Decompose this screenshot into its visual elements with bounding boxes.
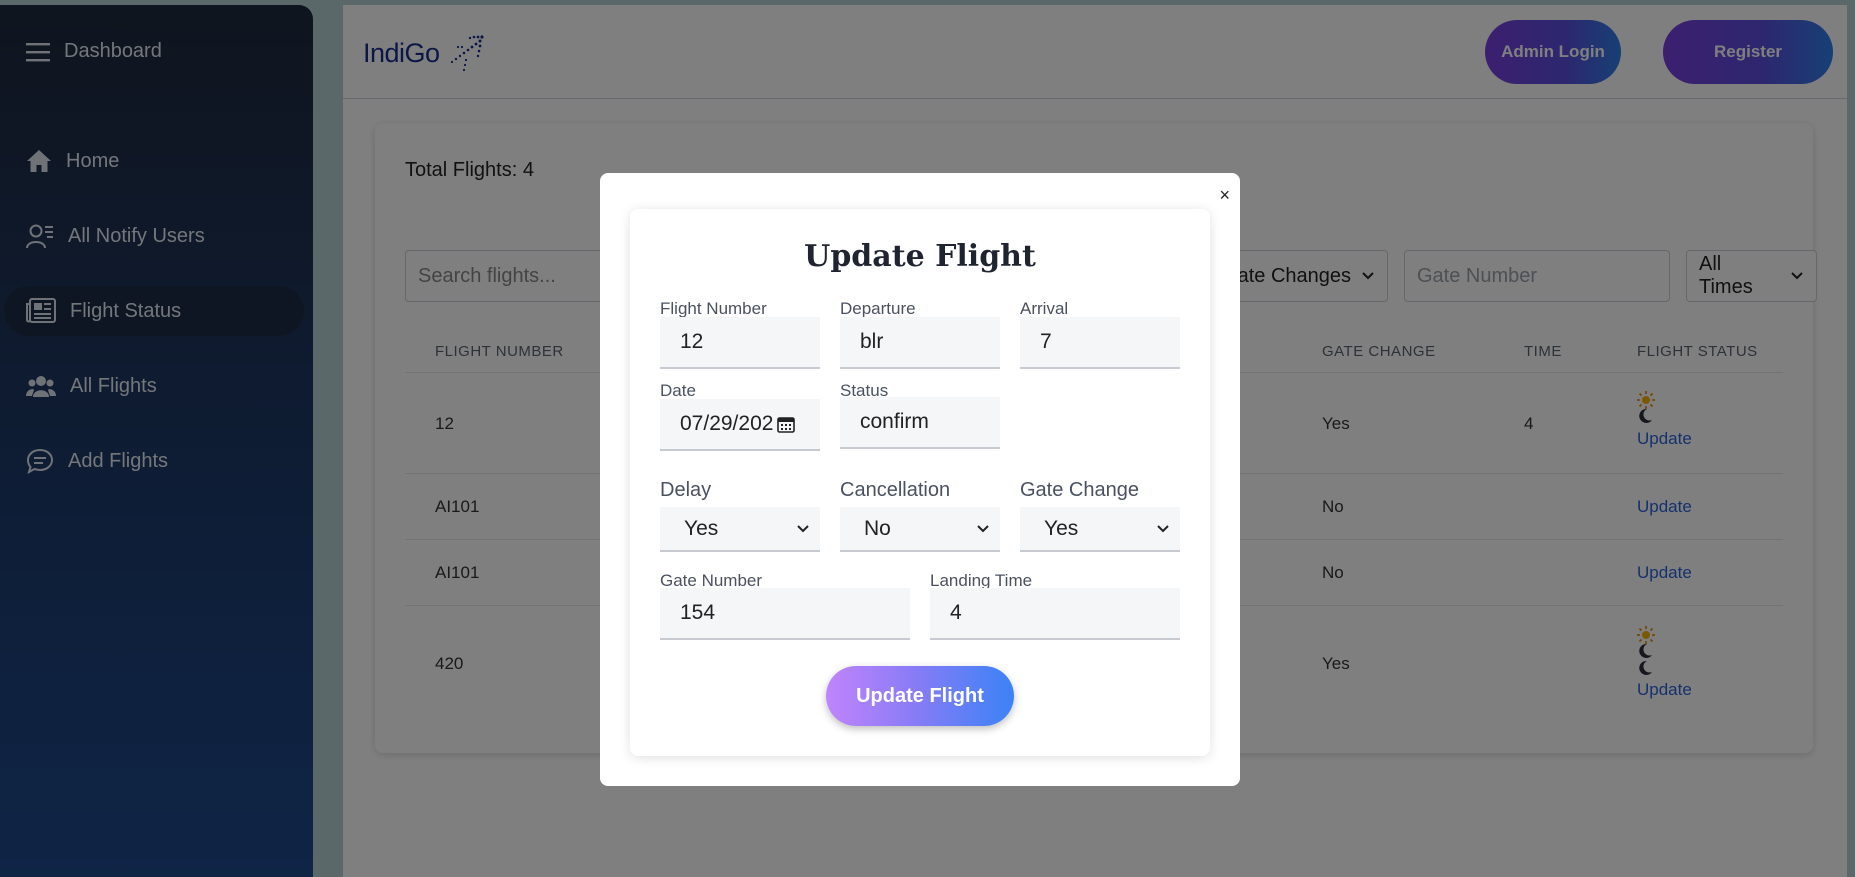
arrival-field[interactable]: 7	[1020, 317, 1180, 369]
calendar-icon[interactable]	[777, 415, 796, 433]
delay-value: Yes	[684, 516, 719, 540]
cancellation-label: Cancellation	[840, 479, 951, 501]
arrival-label: Arrival	[1020, 299, 1069, 318]
status-field[interactable]: confirm	[840, 397, 1000, 449]
landing-time-field[interactable]: 4	[930, 588, 1180, 640]
gate-change-label: Gate Change	[1020, 479, 1139, 501]
form-title: Update Flight	[804, 239, 1036, 274]
update-flight-modal: × Update Flight Flight Number 12 Departu…	[600, 173, 1240, 786]
chevron-down-icon	[977, 524, 989, 532]
gate-number-field[interactable]: 154	[660, 588, 910, 640]
update-flight-submit-button[interactable]: Update Flight	[826, 666, 1014, 726]
close-icon[interactable]: ×	[1219, 185, 1230, 206]
delay-label: Delay	[660, 479, 712, 501]
chevron-down-icon	[797, 524, 809, 532]
flight-number-label: Flight Number	[660, 299, 767, 318]
delay-select[interactable]: Yes	[660, 507, 820, 552]
date-label: Date	[660, 381, 696, 400]
flight-number-field[interactable]: 12	[660, 317, 820, 369]
gate-change-select[interactable]: Yes	[1020, 507, 1180, 552]
update-flight-form: Update Flight Flight Number 12 Departure…	[630, 209, 1210, 756]
cancellation-value: No	[864, 516, 891, 540]
date-field[interactable]: 07/29/202	[660, 399, 820, 451]
chevron-down-icon	[1157, 524, 1169, 532]
gate-change-value: Yes	[1044, 516, 1079, 540]
departure-label: Departure	[840, 299, 916, 318]
date-value: 07/29/202	[680, 412, 774, 435]
departure-field[interactable]: blr	[840, 317, 1000, 369]
cancellation-select[interactable]: No	[840, 507, 1000, 552]
